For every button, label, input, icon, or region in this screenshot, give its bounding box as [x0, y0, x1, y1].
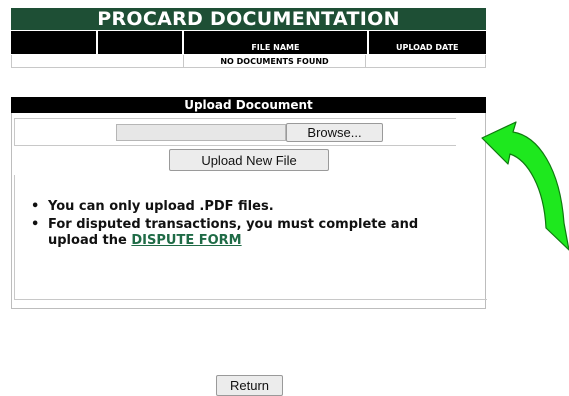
column-header-file-name: FILE NAME [184, 31, 367, 54]
bullet-icon: • [31, 217, 40, 232]
dispute-form-link[interactable]: DISPUTE FORM [131, 233, 241, 248]
upload-new-file-button[interactable]: Upload New File [169, 149, 329, 171]
column-header-upload-date: UPLOAD DATE [368, 31, 486, 54]
column-header-1 [11, 31, 96, 54]
file-path-field[interactable] [116, 124, 286, 141]
list-item: • For disputed transactions, you must co… [28, 217, 468, 249]
column-header-2 [97, 31, 183, 54]
upload-section-title: Upload Docoument [11, 97, 486, 113]
curved-arrow-icon [481, 121, 569, 251]
browse-button[interactable]: Browse... [286, 123, 383, 142]
no-documents-message: NO DOCUMENTS FOUND [183, 55, 366, 68]
bullet-icon: • [31, 199, 40, 214]
list-item: • You can only upload .PDF files. [28, 199, 468, 215]
upload-rules-list: • You can only upload .PDF files. • For … [28, 199, 468, 251]
return-button[interactable]: Return [216, 375, 283, 396]
documents-table-header: FILE NAME UPLOAD DATE [11, 31, 486, 54]
rule-pdf-only: You can only upload .PDF files. [48, 199, 274, 214]
page-title: PROCARD DOCUMENTATION [11, 8, 486, 30]
